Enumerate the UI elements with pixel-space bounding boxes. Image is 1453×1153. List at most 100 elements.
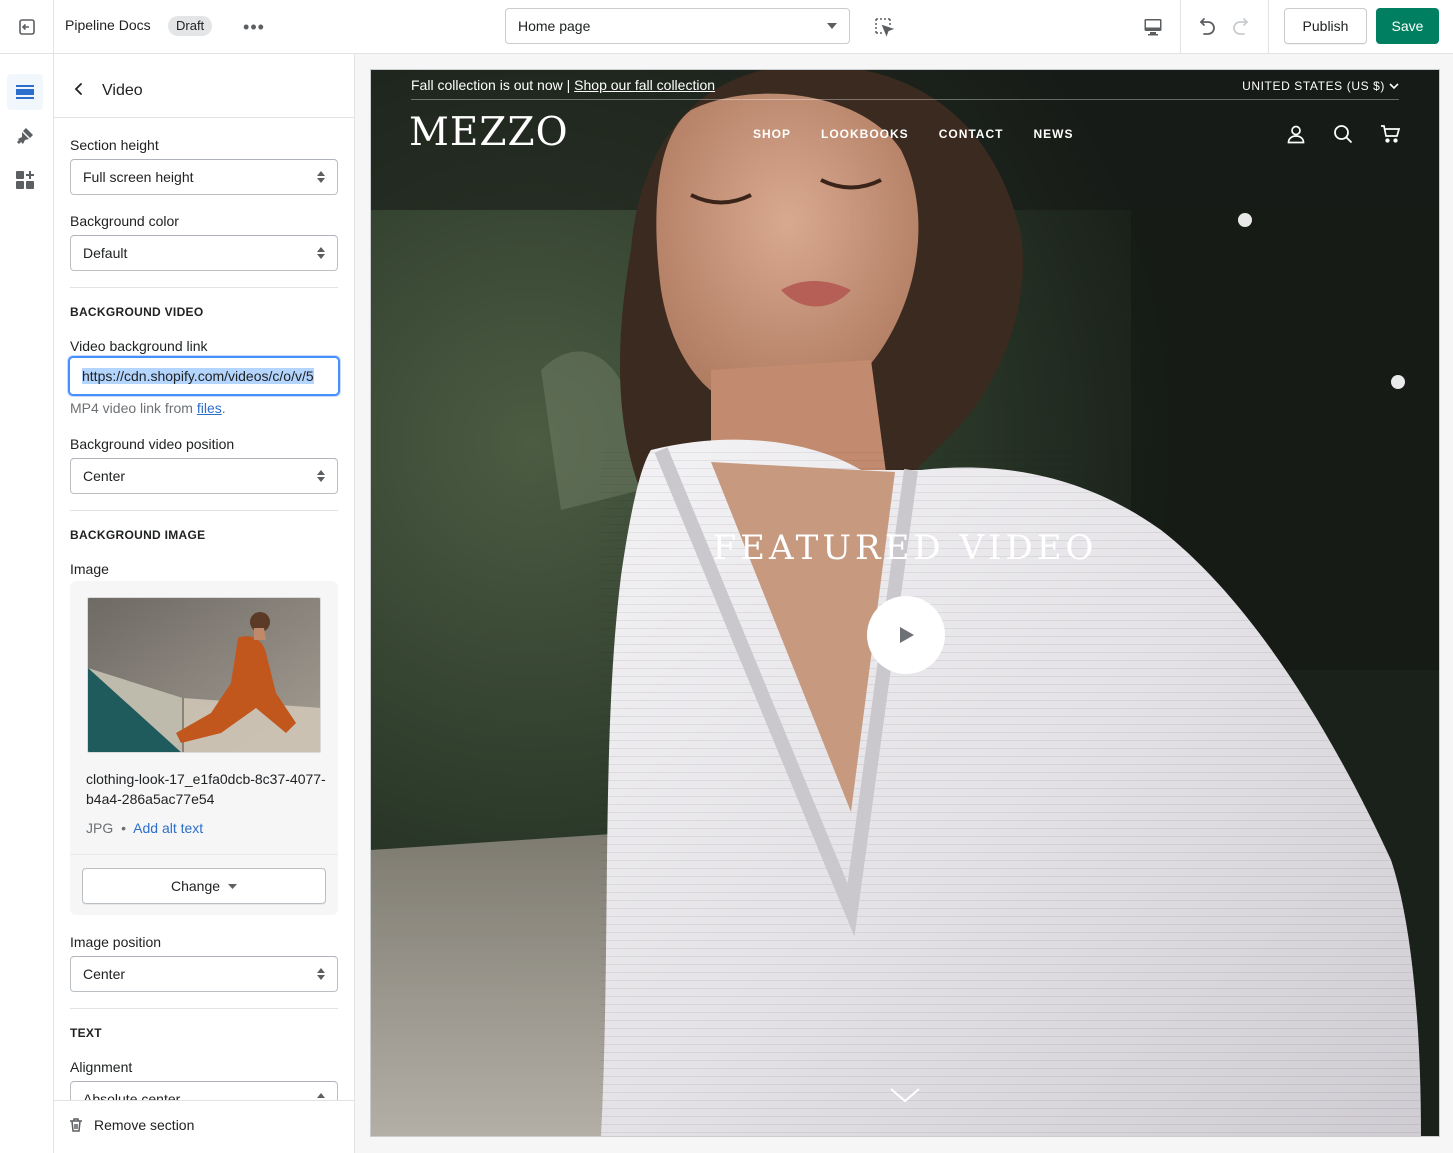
store-nav: SHOP LOOKBOOKS CONTACT NEWS xyxy=(753,127,1073,141)
region-selector[interactable]: UNITED STATES (US $) xyxy=(1242,79,1399,93)
video-link-value: https://cdn.shopify.com/videos/c/o/v/5 xyxy=(82,368,314,384)
cart-icon xyxy=(1381,125,1400,143)
play-icon xyxy=(900,627,914,643)
search-icon xyxy=(1334,125,1353,144)
nav-item-contact[interactable]: CONTACT xyxy=(939,127,1004,141)
change-image-button[interactable]: Change xyxy=(82,868,326,904)
exit-button[interactable] xyxy=(0,0,54,54)
rail-item-sections[interactable] xyxy=(7,74,43,110)
section-height-select[interactable]: Full screen height xyxy=(70,159,338,195)
redo-icon xyxy=(1233,18,1249,35)
add-alt-text-link[interactable]: Add alt text xyxy=(133,820,203,836)
inspector-toggle-button[interactable] xyxy=(868,12,900,42)
divider xyxy=(70,510,338,511)
region-value: UNITED STATES (US $) xyxy=(1242,79,1385,93)
remove-section-button[interactable]: Remove section xyxy=(68,1117,194,1133)
meta-separator: • xyxy=(121,820,127,836)
desktop-icon xyxy=(1144,19,1162,36)
announcement-bar: Fall collection is out now | Shop our fa… xyxy=(411,77,715,93)
more-icon: ••• xyxy=(243,16,265,37)
caret-down-icon xyxy=(228,883,238,889)
video-link-input[interactable]: https://cdn.shopify.com/videos/c/o/v/5 xyxy=(68,356,340,396)
image-picker-card: clothing-look-17_e1fa0dcb-8c37-4077-b4a4… xyxy=(70,581,338,915)
divider xyxy=(70,854,338,855)
change-button-label: Change xyxy=(170,878,221,894)
panel-header: Video xyxy=(54,54,354,118)
account-button[interactable] xyxy=(1284,122,1308,146)
select-arrows-icon xyxy=(317,247,325,259)
files-link[interactable]: files xyxy=(197,400,222,416)
background-color-label: Background color xyxy=(70,213,179,229)
rail-item-theme-settings[interactable] xyxy=(7,118,43,154)
background-color-value: Default xyxy=(83,245,128,261)
undo-button[interactable] xyxy=(1190,10,1222,44)
background-color-select[interactable]: Default xyxy=(70,235,338,271)
select-arrows-icon xyxy=(317,968,325,980)
remove-section-label: Remove section xyxy=(94,1117,195,1133)
search-button[interactable] xyxy=(1331,122,1355,146)
nav-item-lookbooks[interactable]: LOOKBOOKS xyxy=(821,127,909,141)
toolbar-divider xyxy=(1268,0,1269,54)
text-heading: TEXT xyxy=(70,1026,102,1040)
announcement-text: Fall collection is out now | xyxy=(411,77,575,93)
redo-button[interactable] xyxy=(1226,10,1258,44)
background-image-heading: BACKGROUND IMAGE xyxy=(70,528,206,542)
store-preview: Fall collection is out now | Shop our fa… xyxy=(371,70,1439,1136)
image-meta: JPG • Add alt text xyxy=(86,820,203,836)
divider xyxy=(70,1008,338,1009)
image-position-value: Center xyxy=(83,966,126,982)
announcement-divider xyxy=(411,99,1399,100)
rail-item-app-embeds[interactable] xyxy=(7,162,43,198)
section-height-label: Section height xyxy=(70,137,159,153)
video-position-value: Center xyxy=(83,468,126,484)
app-embeds-icon xyxy=(16,171,34,189)
divider xyxy=(70,287,338,288)
section-height-value: Full screen height xyxy=(83,169,194,185)
play-video-button[interactable] xyxy=(867,596,945,674)
alignment-label: Alignment xyxy=(70,1059,133,1075)
more-actions-button[interactable]: ••• xyxy=(240,13,268,41)
video-position-select[interactable]: Center xyxy=(70,458,338,494)
chevron-left-icon xyxy=(74,83,82,95)
page-selector[interactable]: Home page xyxy=(505,8,850,44)
nav-item-shop[interactable]: SHOP xyxy=(753,127,791,141)
video-position-label: Background video position xyxy=(70,436,235,452)
image-label: Image xyxy=(70,561,109,577)
editor-rail xyxy=(0,54,54,1153)
hero-title: FEATURED VIDEO xyxy=(712,528,1098,568)
chevron-down-icon xyxy=(890,1088,920,1103)
top-bar: Pipeline Docs Draft ••• Home page Publis… xyxy=(0,0,1453,54)
chevron-down-icon xyxy=(1389,82,1399,89)
panel-title: Video xyxy=(102,82,143,99)
store-logo[interactable]: MEZZO xyxy=(409,110,569,155)
image-filename: clothing-look-17_e1fa0dcb-8c37-4077-b4a4… xyxy=(86,771,326,807)
select-cursor-icon xyxy=(875,18,894,37)
toolbar-divider xyxy=(1180,0,1181,54)
device-preview-button[interactable] xyxy=(1136,10,1170,44)
nav-item-news[interactable]: NEWS xyxy=(1033,127,1073,141)
trash-icon xyxy=(70,1118,82,1132)
image-position-select[interactable]: Center xyxy=(70,956,338,992)
image-thumbnail[interactable] xyxy=(87,597,321,753)
account-icon xyxy=(1287,125,1305,144)
publish-button[interactable]: Publish xyxy=(1284,8,1367,44)
model-photo-thumbnail xyxy=(88,598,320,752)
exit-icon xyxy=(18,19,35,35)
background-video-heading: BACKGROUND VIDEO xyxy=(70,305,204,319)
help-text-suffix: . xyxy=(221,400,226,416)
caret-down-icon xyxy=(827,23,837,29)
panel-footer: Remove section xyxy=(54,1100,354,1153)
scroll-down-button[interactable] xyxy=(889,1085,921,1105)
select-arrows-icon xyxy=(317,171,325,183)
section-settings-panel: Video Section height Full screen height … xyxy=(54,54,355,1153)
cart-button[interactable] xyxy=(1378,122,1402,146)
save-button[interactable]: Save xyxy=(1376,8,1439,44)
page-selector-value: Home page xyxy=(518,18,591,34)
theme-name: Pipeline Docs xyxy=(65,17,151,33)
image-position-label: Image position xyxy=(70,934,162,950)
video-link-help: MP4 video link from files. xyxy=(70,400,226,416)
announcement-link[interactable]: Shop our fall collection xyxy=(574,77,715,93)
video-link-label: Video background link xyxy=(70,338,208,354)
back-button[interactable] xyxy=(68,78,90,100)
select-arrows-icon xyxy=(317,470,325,482)
